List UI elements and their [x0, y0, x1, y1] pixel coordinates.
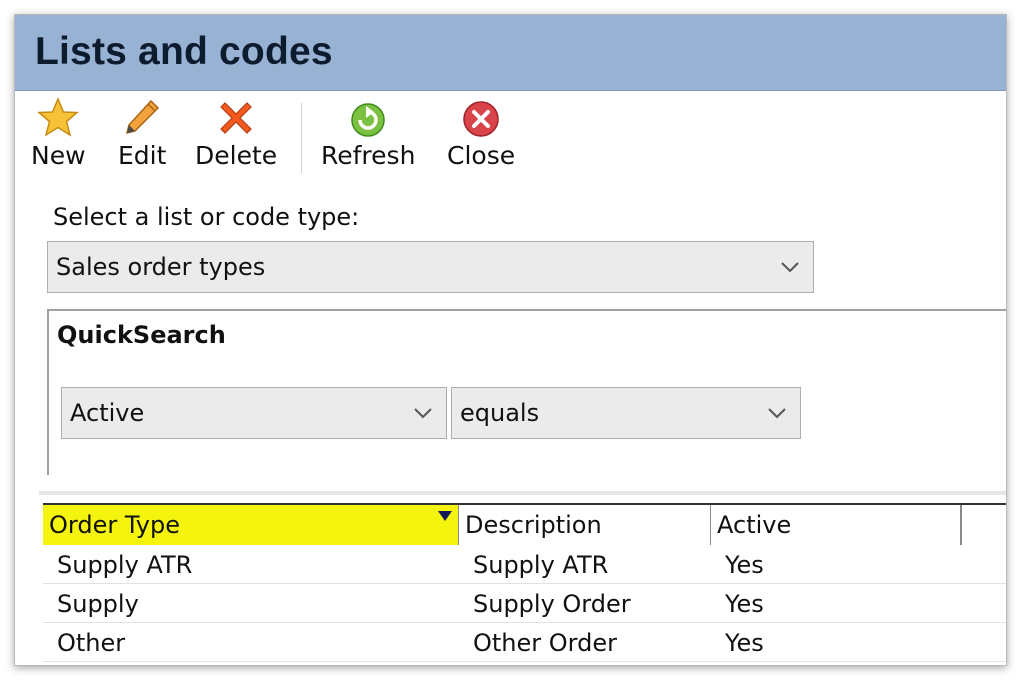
column-header-label: Active	[717, 511, 792, 539]
column-header-active[interactable]: Active	[711, 505, 961, 545]
new-label: New	[31, 141, 86, 170]
column-header-order-type[interactable]: Order Type	[43, 505, 459, 545]
cell-description: Supply Order	[473, 589, 631, 618]
quicksearch-operator-dropdown[interactable]: equals	[451, 387, 801, 439]
quicksearch-operator-value: equals	[460, 399, 540, 427]
list-type-label: Select a list or code type:	[53, 203, 360, 231]
column-header-filler	[961, 505, 1006, 545]
list-type-value: Sales order types	[56, 253, 266, 281]
refresh-button[interactable]: Refresh	[321, 96, 415, 176]
edit-label: Edit	[118, 141, 167, 170]
cell-order-type: Supply ATR	[57, 550, 193, 579]
table-row[interactable]: Supply ATR Supply ATR Yes	[43, 545, 1006, 584]
red-close-circle-icon	[459, 96, 503, 140]
lists-and-codes-window: Lists and codes New Edit Delete Refresh …	[14, 14, 1007, 666]
column-header-label: Order Type	[49, 511, 180, 539]
quicksearch-field-value: Active	[70, 399, 145, 427]
close-button[interactable]: Close	[447, 96, 515, 176]
cell-description: Supply ATR	[473, 550, 609, 579]
toolbar: New Edit Delete Refresh Close	[15, 93, 1006, 189]
grid-divider	[39, 491, 1006, 495]
quicksearch-field-dropdown[interactable]: Active	[61, 387, 447, 439]
column-header-label: Description	[465, 511, 602, 539]
new-button[interactable]: New	[31, 96, 86, 176]
green-refresh-icon	[346, 96, 390, 140]
toolbar-separator	[301, 103, 302, 173]
pencil-icon	[120, 96, 164, 140]
table-row[interactable]: Other Other Order Yes	[43, 623, 1006, 662]
quicksearch-panel: QuickSearch Active equals	[47, 309, 1006, 475]
table-row[interactable]: Supply Supply Order Yes	[43, 584, 1006, 623]
delete-label: Delete	[195, 141, 278, 170]
cell-active: Yes	[725, 589, 764, 618]
edit-button[interactable]: Edit	[118, 96, 166, 176]
cell-order-type: Supply	[57, 589, 139, 618]
star-icon	[36, 96, 80, 140]
order-types-grid: Order Type Description Active Supply ATR…	[43, 503, 1006, 662]
window-title: Lists and codes	[35, 30, 333, 73]
chevron-down-icon	[768, 408, 786, 419]
title-bar: Lists and codes	[15, 15, 1006, 91]
close-label: Close	[447, 141, 516, 170]
cell-active: Yes	[725, 628, 764, 657]
column-header-description[interactable]: Description	[459, 505, 711, 545]
delete-button[interactable]: Delete	[195, 96, 277, 176]
list-type-dropdown[interactable]: Sales order types	[47, 241, 814, 293]
cell-active: Yes	[725, 550, 764, 579]
chevron-down-icon	[414, 408, 432, 419]
refresh-label: Refresh	[321, 141, 416, 170]
cell-description: Other Order	[473, 628, 617, 657]
sort-descending-icon	[438, 511, 452, 521]
chevron-down-icon	[781, 262, 799, 273]
cell-order-type: Other	[57, 628, 126, 657]
grid-header: Order Type Description Active	[43, 503, 1006, 545]
red-x-icon	[214, 96, 258, 140]
quicksearch-title: QuickSearch	[57, 321, 226, 349]
